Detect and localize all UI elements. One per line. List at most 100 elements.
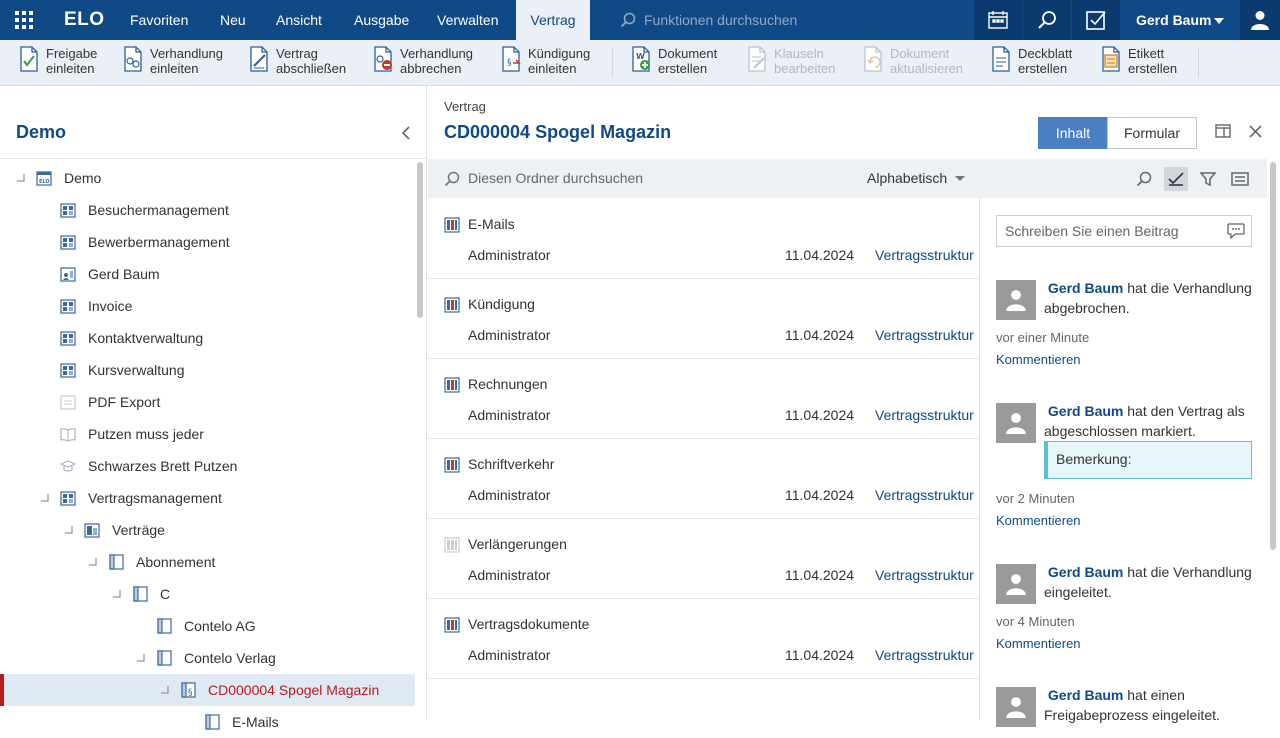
ribbon-button-7[interactable]: Dokument aktualisieren <box>862 46 963 80</box>
negotiation-cancel-icon <box>374 46 392 72</box>
tasks-check-icon[interactable] <box>1072 0 1120 40</box>
tab-formular[interactable]: Formular <box>1107 117 1197 149</box>
post-author[interactable]: Gerd Baum <box>1048 687 1123 703</box>
list-item[interactable]: Kündigung Administrator 11.04.2024 Vertrags… <box>428 279 979 359</box>
expanded-node-icon[interactable] <box>160 685 170 695</box>
feed-filter-check-icon[interactable] <box>1164 167 1188 191</box>
register-folder-icon <box>157 618 172 634</box>
tree-item[interactable]: Invoice <box>0 290 415 322</box>
tree-item[interactable]: PDF Export <box>0 386 415 418</box>
expanded-node-icon[interactable] <box>88 557 98 567</box>
expanded-node-icon[interactable] <box>16 173 26 183</box>
ribbon-button-1[interactable]: Verhandlung einleiten <box>122 46 223 80</box>
folder-search-input[interactable]: Diesen Ordner durchsuchen <box>468 170 643 186</box>
list-view-icon[interactable] <box>1228 167 1252 191</box>
register-folder-icon <box>157 650 172 666</box>
ribbon-button-4[interactable]: § Kündigung einleiten <box>500 46 590 80</box>
close-icon[interactable] <box>1249 125 1262 143</box>
item-date: 11.04.2024 <box>785 487 855 503</box>
list-item[interactable]: Vertragsdokumente Administrator 11.04.2024… <box>428 599 979 679</box>
search-icon[interactable] <box>1132 167 1156 191</box>
tree-item[interactable]: Contelo AG <box>0 610 415 642</box>
tree-item[interactable]: Contelo Verlag <box>0 642 415 674</box>
tree-item[interactable]: § CD000004 Spogel Magazin <box>0 674 415 706</box>
item-structure-link[interactable]: Vertragsstruktur <box>875 567 974 583</box>
ribbon-button-0[interactable]: Freigabe einleiten <box>18 46 97 80</box>
list-item[interactable]: Schriftverkehr Administrator 11.04.2024 Ver… <box>428 439 979 519</box>
post-author[interactable]: Gerd Baum <box>1048 280 1123 296</box>
feed-scrollbar[interactable] <box>1270 162 1276 550</box>
tree-item[interactable]: Kursverwaltung <box>0 354 415 386</box>
comment-link[interactable]: Kommentieren <box>996 352 1081 367</box>
filter-icon[interactable] <box>1196 167 1220 191</box>
app-grid-icon[interactable] <box>0 0 48 40</box>
tree-item[interactable]: ELO Demo <box>0 162 415 194</box>
chevron-down-icon[interactable] <box>955 176 965 181</box>
tab-inhalt[interactable]: Inhalt <box>1038 117 1108 149</box>
post-author[interactable]: Gerd Baum <box>1048 564 1123 580</box>
collapse-panel-button[interactable] <box>400 126 412 145</box>
list-item[interactable]: E-Mails Administrator 11.04.2024 Vertragsst… <box>428 199 979 279</box>
person-icon[interactable] <box>1240 0 1280 40</box>
list-item[interactable]: Rechnungen Administrator 11.04.2024 Vertrag… <box>428 359 979 439</box>
tree-item[interactable]: Verträge <box>0 514 415 546</box>
menu-verwalten[interactable]: Verwalten <box>437 0 498 40</box>
ribbon-button-3[interactable]: Verhandlung abbrechen <box>372 46 473 80</box>
tree-item[interactable]: Bewerbermanagement <box>0 226 415 258</box>
chevron-left-icon <box>401 126 410 140</box>
search-icon[interactable] <box>1023 0 1071 40</box>
menu-favoriten[interactable]: Favoriten <box>130 0 188 40</box>
item-structure-link[interactable]: Vertragsstruktur <box>875 247 974 263</box>
post-author[interactable]: Gerd Baum <box>1048 403 1123 419</box>
ribbon-button-9[interactable]: Etikett erstellen <box>1100 46 1177 80</box>
menu-vertrag[interactable]: Vertrag <box>516 0 590 40</box>
expanded-node-icon[interactable] <box>64 525 74 535</box>
user-folder-icon <box>60 267 76 282</box>
list-item[interactable]: Verlängerungen Administrator 11.04.2024 Ver… <box>428 519 979 599</box>
tree-item[interactable]: Besuchermanagement <box>0 194 415 226</box>
tree-item[interactable]: Schwarzes Brett Putzen <box>0 450 415 482</box>
register-folder-icon <box>444 377 460 393</box>
calendar-icon[interactable] <box>974 0 1022 40</box>
tree-item-label: Contelo AG <box>184 618 256 634</box>
user-menu[interactable]: Gerd Baum <box>1120 0 1240 40</box>
item-structure-link[interactable]: Vertragsstruktur <box>875 407 974 423</box>
tree-item-label: Schwarzes Brett Putzen <box>88 458 238 474</box>
item-structure-link[interactable]: Vertragsstruktur <box>875 647 974 663</box>
ribbon-button-5[interactable]: W Dokument erstellen <box>630 46 717 80</box>
document-add-icon: W <box>632 46 650 72</box>
item-date: 11.04.2024 <box>785 647 855 663</box>
item-structure-link[interactable]: Vertragsstruktur <box>875 487 974 503</box>
cover-sheet-icon <box>992 46 1010 72</box>
sort-dropdown[interactable]: Alphabetisch <box>867 170 947 186</box>
tree-scrollbar[interactable] <box>417 162 423 318</box>
comment-link[interactable]: Kommentieren <box>996 636 1081 651</box>
item-owner: Administrator <box>468 327 551 343</box>
comment-link[interactable]: Kommentieren <box>996 513 1081 528</box>
tree-item[interactable]: Abonnement <box>0 546 415 578</box>
split-view-icon[interactable] <box>1215 124 1231 143</box>
menu-neu[interactable]: Neu <box>220 0 246 40</box>
expanded-node-icon[interactable] <box>40 493 50 503</box>
menu-ausgabe[interactable]: Ausgabe <box>354 0 409 40</box>
item-owner: Administrator <box>468 247 551 263</box>
breadcrumb[interactable]: Vertrag <box>444 99 486 114</box>
tree-panel-title: Demo <box>16 122 67 142</box>
item-name: Verlängerungen <box>468 536 567 552</box>
tree-item[interactable]: Vertragsmanagement <box>0 482 415 514</box>
tree-item[interactable]: Gerd Baum <box>0 258 415 290</box>
tree-item[interactable]: E-Mails <box>0 706 415 738</box>
item-structure-link[interactable]: Vertragsstruktur <box>875 327 974 343</box>
tree-item[interactable]: Kontaktverwaltung <box>0 322 415 354</box>
register-folder-icon <box>109 554 124 570</box>
menu-ansicht[interactable]: Ansicht <box>276 0 322 40</box>
ribbon-button-8[interactable]: Deckblatt erstellen <box>990 46 1072 80</box>
expanded-node-icon[interactable] <box>136 653 146 663</box>
ribbon-button-6[interactable]: Klauseln bearbeiten <box>746 46 835 80</box>
feed-post-input[interactable]: Schreiben Sie einen Beitrag <box>996 215 1252 247</box>
function-search[interactable]: Funktionen durchsuchen <box>620 0 797 40</box>
expanded-node-icon[interactable] <box>112 589 122 599</box>
tree-item[interactable]: C <box>0 578 415 610</box>
ribbon-button-2[interactable]: Vertrag abschließen <box>248 46 346 80</box>
tree-item[interactable]: Putzen muss jeder <box>0 418 415 450</box>
